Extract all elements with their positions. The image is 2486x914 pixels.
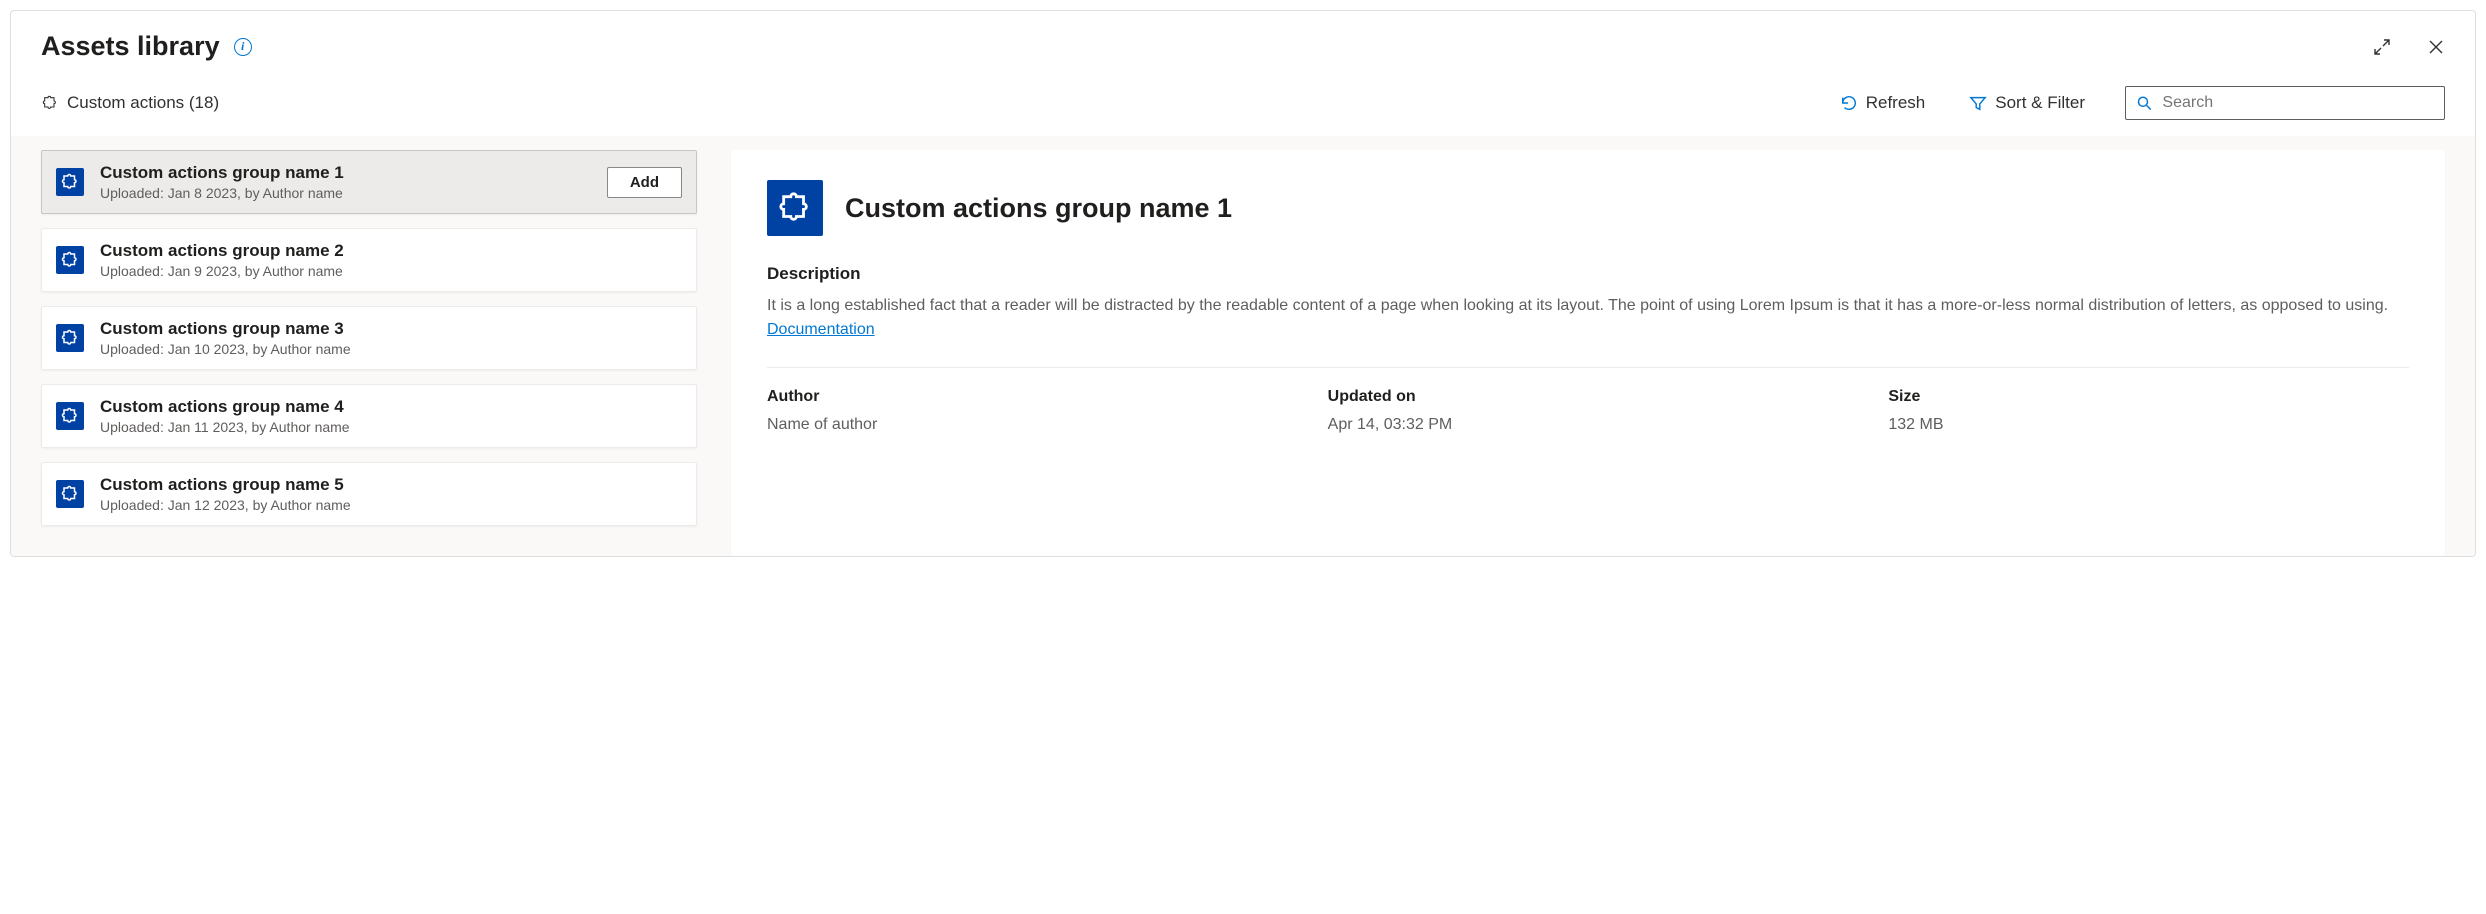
list-item-subtitle: Uploaded: Jan 9 2023, by Author name bbox=[100, 263, 682, 279]
refresh-icon bbox=[1840, 94, 1858, 112]
refresh-label: Refresh bbox=[1866, 93, 1926, 113]
list-item-subtitle: Uploaded: Jan 8 2023, by Author name bbox=[100, 185, 591, 201]
tab-custom-actions[interactable]: Custom actions (18) bbox=[41, 93, 219, 113]
puzzle-icon bbox=[56, 324, 84, 352]
tab-label: Custom actions (18) bbox=[67, 93, 219, 113]
updated-label: Updated on bbox=[1328, 388, 1849, 406]
puzzle-icon bbox=[56, 480, 84, 508]
refresh-button[interactable]: Refresh bbox=[1834, 89, 1932, 117]
modal-header: Assets library i bbox=[11, 11, 2475, 72]
size-value: 132 MB bbox=[1888, 416, 2409, 434]
divider bbox=[767, 367, 2409, 368]
updated-value: Apr 14, 03:32 PM bbox=[1328, 416, 1849, 434]
author-value: Name of author bbox=[767, 416, 1288, 434]
list-item-title: Custom actions group name 5 bbox=[100, 475, 682, 495]
puzzle-icon bbox=[56, 168, 84, 196]
size-label: Size bbox=[1888, 388, 2409, 406]
list-item-title: Custom actions group name 2 bbox=[100, 241, 682, 261]
documentation-link[interactable]: Documentation bbox=[767, 321, 875, 339]
list-item-subtitle: Uploaded: Jan 12 2023, by Author name bbox=[100, 497, 682, 513]
puzzle-icon bbox=[56, 246, 84, 274]
search-box[interactable] bbox=[2125, 86, 2445, 120]
list-item[interactable]: Custom actions group name 1 Uploaded: Ja… bbox=[41, 150, 697, 214]
filter-icon bbox=[1969, 94, 1987, 112]
search-icon bbox=[2136, 94, 2152, 112]
list-item[interactable]: Custom actions group name 5 Uploaded: Ja… bbox=[41, 462, 697, 526]
toolbar: Custom actions (18) Refresh Sort & Filte… bbox=[11, 72, 2475, 136]
detail-pane: Custom actions group name 1 Description … bbox=[731, 150, 2445, 556]
add-button[interactable]: Add bbox=[607, 167, 682, 198]
detail-header: Custom actions group name 1 bbox=[767, 180, 2409, 236]
author-label: Author bbox=[767, 388, 1288, 406]
list-item[interactable]: Custom actions group name 2 Uploaded: Ja… bbox=[41, 228, 697, 292]
page-title: Assets library bbox=[41, 31, 220, 62]
content-area: Custom actions group name 1 Uploaded: Ja… bbox=[11, 136, 2475, 556]
puzzle-icon bbox=[41, 94, 59, 112]
metadata-row: Author Name of author Updated on Apr 14,… bbox=[767, 388, 2409, 434]
expand-icon[interactable] bbox=[2371, 36, 2393, 58]
assets-library-modal: Assets library i Custom actions (18) bbox=[10, 10, 2476, 557]
detail-title: Custom actions group name 1 bbox=[845, 193, 1232, 224]
list-item-title: Custom actions group name 1 bbox=[100, 163, 591, 183]
list-item-title: Custom actions group name 4 bbox=[100, 397, 682, 417]
description-label: Description bbox=[767, 264, 2409, 284]
puzzle-icon bbox=[767, 180, 823, 236]
list-pane: Custom actions group name 1 Uploaded: Ja… bbox=[11, 150, 711, 556]
search-input[interactable] bbox=[2162, 94, 2434, 112]
list-item-title: Custom actions group name 3 bbox=[100, 319, 682, 339]
list-item[interactable]: Custom actions group name 3 Uploaded: Ja… bbox=[41, 306, 697, 370]
list-item[interactable]: Custom actions group name 4 Uploaded: Ja… bbox=[41, 384, 697, 448]
info-icon[interactable]: i bbox=[234, 38, 252, 56]
puzzle-icon bbox=[56, 402, 84, 430]
description-text: It is a long established fact that a rea… bbox=[767, 294, 2409, 317]
close-icon[interactable] bbox=[2425, 36, 2447, 58]
sort-filter-label: Sort & Filter bbox=[1995, 93, 2085, 113]
sort-filter-button[interactable]: Sort & Filter bbox=[1963, 89, 2091, 117]
list-item-subtitle: Uploaded: Jan 10 2023, by Author name bbox=[100, 341, 682, 357]
list-item-subtitle: Uploaded: Jan 11 2023, by Author name bbox=[100, 419, 682, 435]
